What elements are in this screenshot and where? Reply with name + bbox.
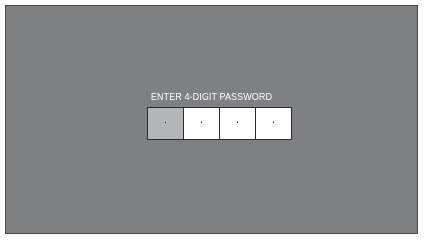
pin-digit-1-placeholder: · <box>163 117 168 129</box>
pin-digit-2[interactable]: · <box>184 108 219 139</box>
pin-digit-4-placeholder: · <box>271 117 276 129</box>
pin-digit-3[interactable]: · <box>220 108 255 139</box>
pin-digit-4[interactable]: · <box>256 108 291 139</box>
password-prompt-label: ENTER 4-DIGIT PASSWORD <box>150 92 273 103</box>
pin-digit-3-placeholder: · <box>235 117 240 129</box>
pin-entry: · · · · <box>147 107 292 140</box>
pin-digit-1[interactable]: · <box>148 108 183 139</box>
password-screen: ENTER 4-DIGIT PASSWORD · · · · <box>5 5 418 234</box>
pin-digit-2-placeholder: · <box>199 117 204 129</box>
